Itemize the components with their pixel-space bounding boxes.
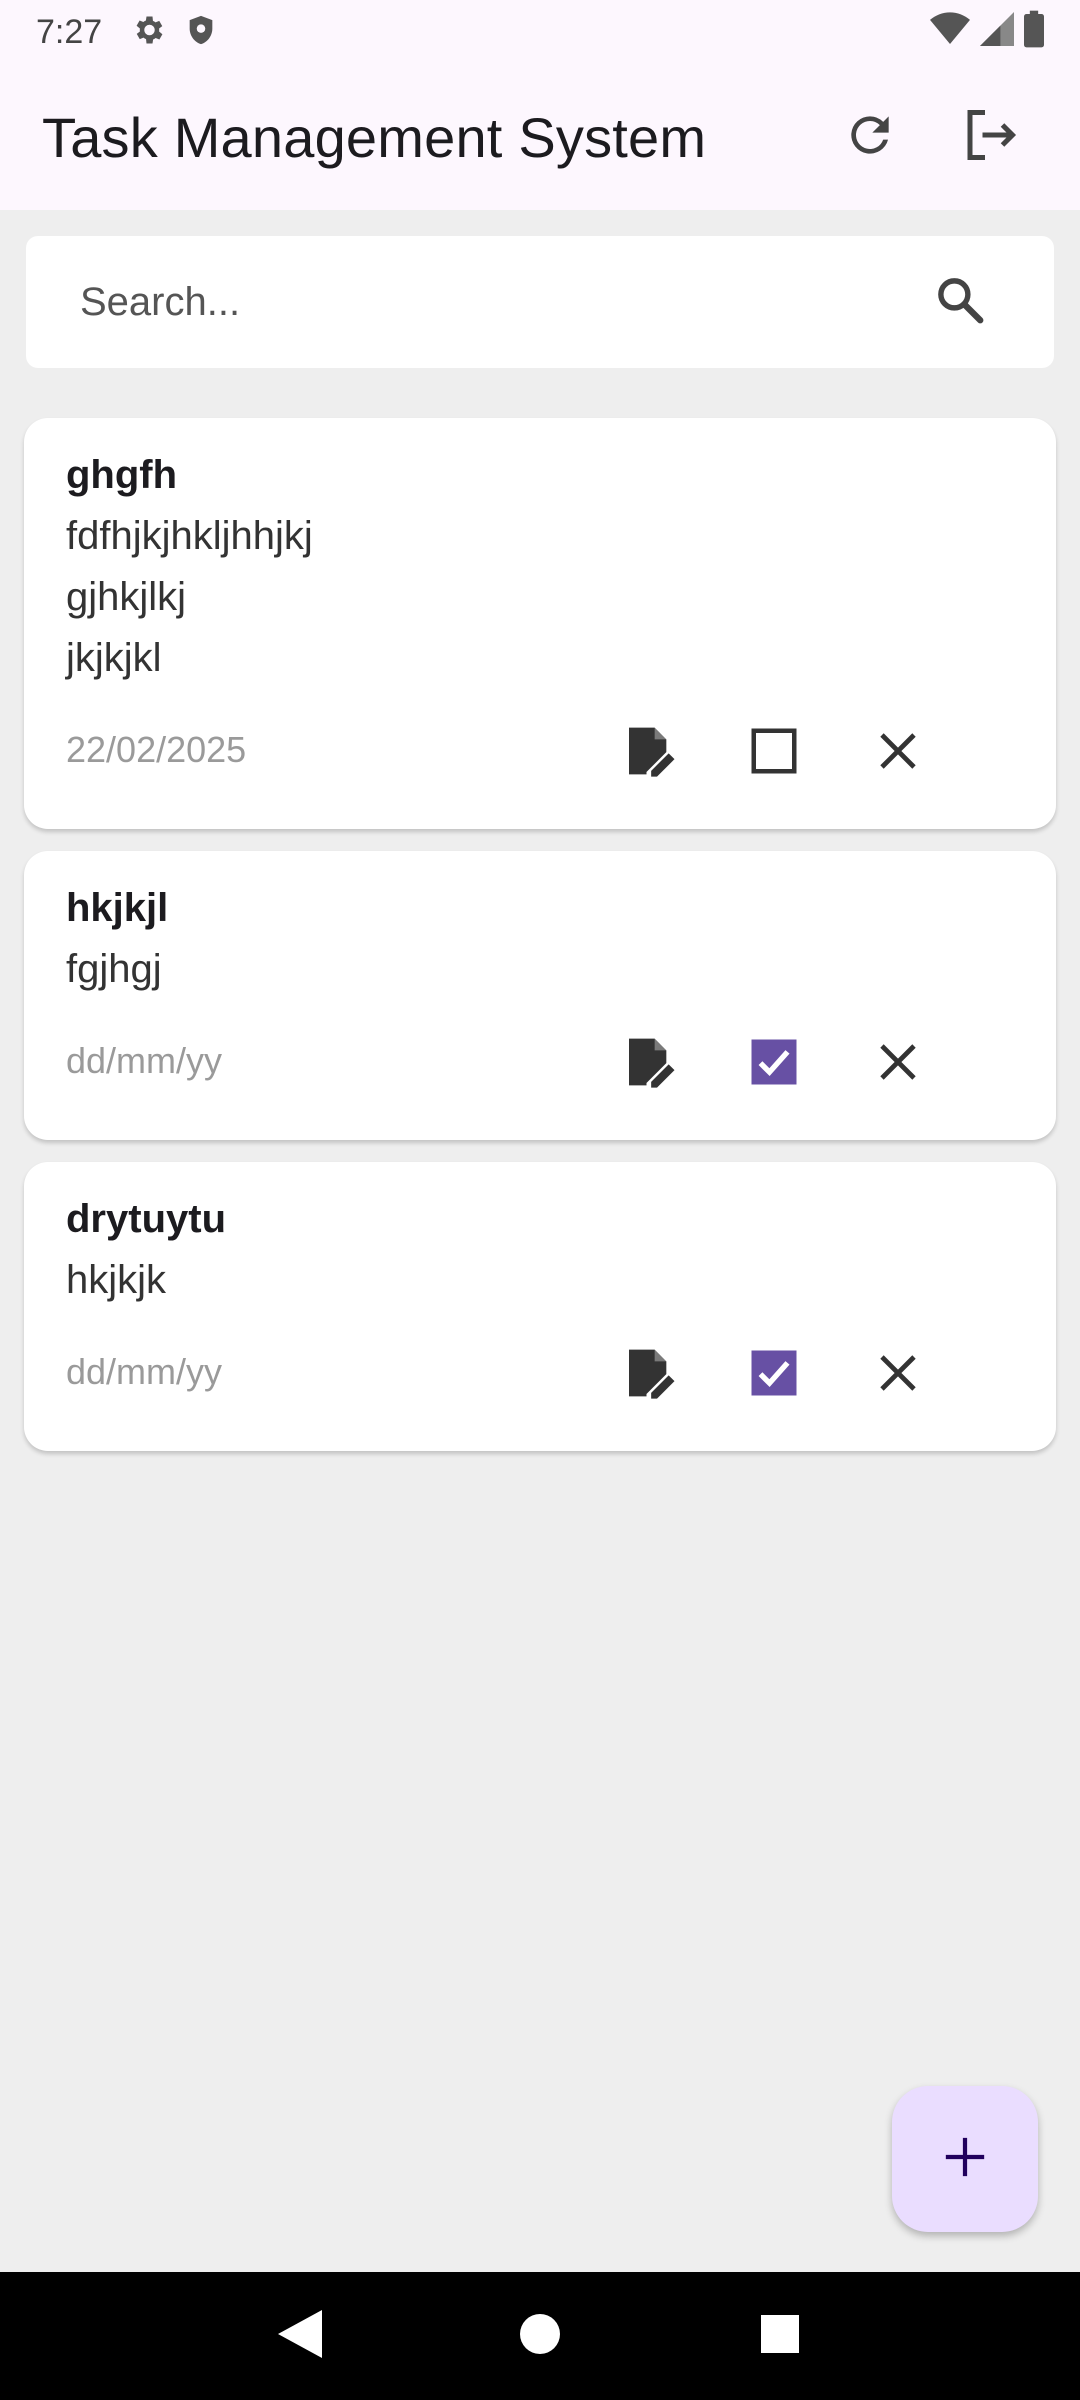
task-description: fgjhgj [66,947,162,991]
gear-icon [130,12,166,53]
delete-task-button[interactable] [850,1327,946,1423]
task-date: dd/mm/yy [66,1040,223,1081]
edit-note-icon [622,723,678,784]
nav-back-button[interactable] [260,2296,340,2376]
task-list: ghgfh fdfhjkjhkljhhjkj gjhkjlkj jkjkjkl … [24,418,1056,1473]
task-card[interactable]: ghgfh fdfhjkjhkljhhjkj gjhkjlkj jkjkjkl … [24,418,1056,829]
task-title: ghgfh [66,453,178,497]
back-icon [278,2309,322,2363]
close-icon [874,1038,922,1091]
checkbox-checked-icon [747,1035,801,1094]
wifi-icon [930,11,970,52]
search-icon [933,273,987,332]
top-area: 7:27 Task Management System [0,0,1080,210]
complete-checkbox[interactable] [726,1016,822,1112]
task-card[interactable]: hkjkjl fgjhgj dd/mm/yy [24,851,1056,1140]
task-date: dd/mm/yy [66,1351,223,1392]
system-nav-bar [0,2272,1080,2400]
checkbox-icon [747,724,801,783]
task-description: hkjkjk [66,1258,167,1302]
edit-note-icon [622,1034,678,1095]
task-date: 22/02/2025 [66,729,247,770]
refresh-icon [842,107,898,168]
status-bar: 7:27 [0,0,1080,64]
complete-checkbox[interactable] [726,705,822,801]
search-input[interactable] [80,279,920,325]
add-task-button[interactable] [892,2086,1038,2232]
battery-icon [1024,10,1044,53]
close-icon [874,727,922,780]
complete-checkbox[interactable] [726,1327,822,1423]
checkbox-checked-icon [747,1346,801,1405]
plus-icon [942,2134,988,2185]
home-icon [520,2313,560,2359]
search-bar [26,236,1054,368]
task-title: drytuytu [66,1197,226,1241]
refresh-button[interactable] [822,89,918,185]
nav-recents-button[interactable] [740,2296,820,2376]
task-title: hkjkjl [66,886,169,930]
shield-icon [184,12,218,53]
task-description: fdfhjkjhkljhhjkj gjhkjlkj jkjkjkl [66,514,313,680]
recents-icon [761,2314,799,2358]
edit-task-button[interactable] [602,1016,698,1112]
close-icon [874,1349,922,1402]
edit-note-icon [622,1345,678,1406]
delete-task-button[interactable] [850,1016,946,1112]
edit-task-button[interactable] [602,1327,698,1423]
logout-button[interactable] [942,89,1038,185]
delete-task-button[interactable] [850,705,946,801]
task-card[interactable]: drytuytu hkjkjk dd/mm/yy [24,1162,1056,1451]
logout-icon [960,105,1020,170]
nav-home-button[interactable] [500,2296,580,2376]
signal-icon [980,11,1014,52]
search-button[interactable] [920,262,1000,342]
app-bar: Task Management System [0,64,1080,210]
status-time: 7:27 [36,12,103,51]
edit-task-button[interactable] [602,705,698,801]
page-title: Task Management System [42,105,707,169]
screen: 7:27 Task Management System Search... gh… [0,0,1080,2400]
